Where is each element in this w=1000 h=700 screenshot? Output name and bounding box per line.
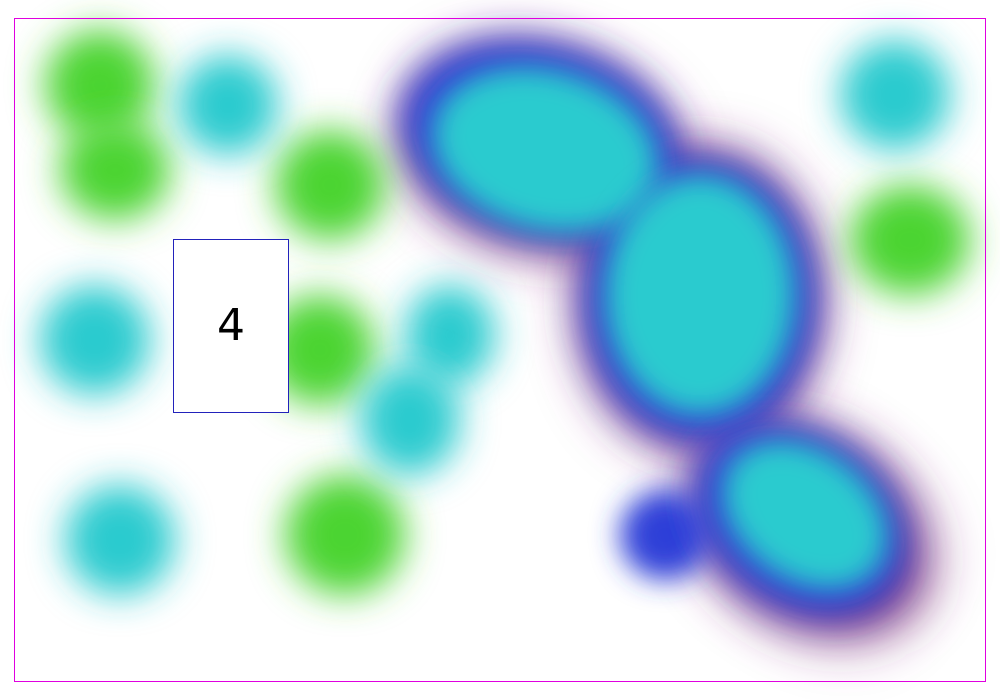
canvas: 4 xyxy=(0,0,1000,700)
cyan-blob xyxy=(840,40,950,150)
green-blob xyxy=(850,185,970,295)
cyan-blob xyxy=(178,55,278,155)
cyan-blob xyxy=(65,485,175,595)
cyan-blob xyxy=(360,365,460,475)
green-blob xyxy=(275,130,385,240)
cyan-blob xyxy=(40,285,150,395)
green-blob xyxy=(285,475,405,595)
card-number: 4 xyxy=(217,300,245,351)
blurred-blob-field xyxy=(40,30,970,638)
green-blob xyxy=(60,120,170,220)
central-shape-core-middle xyxy=(605,175,795,415)
number-card: 4 xyxy=(173,239,289,413)
